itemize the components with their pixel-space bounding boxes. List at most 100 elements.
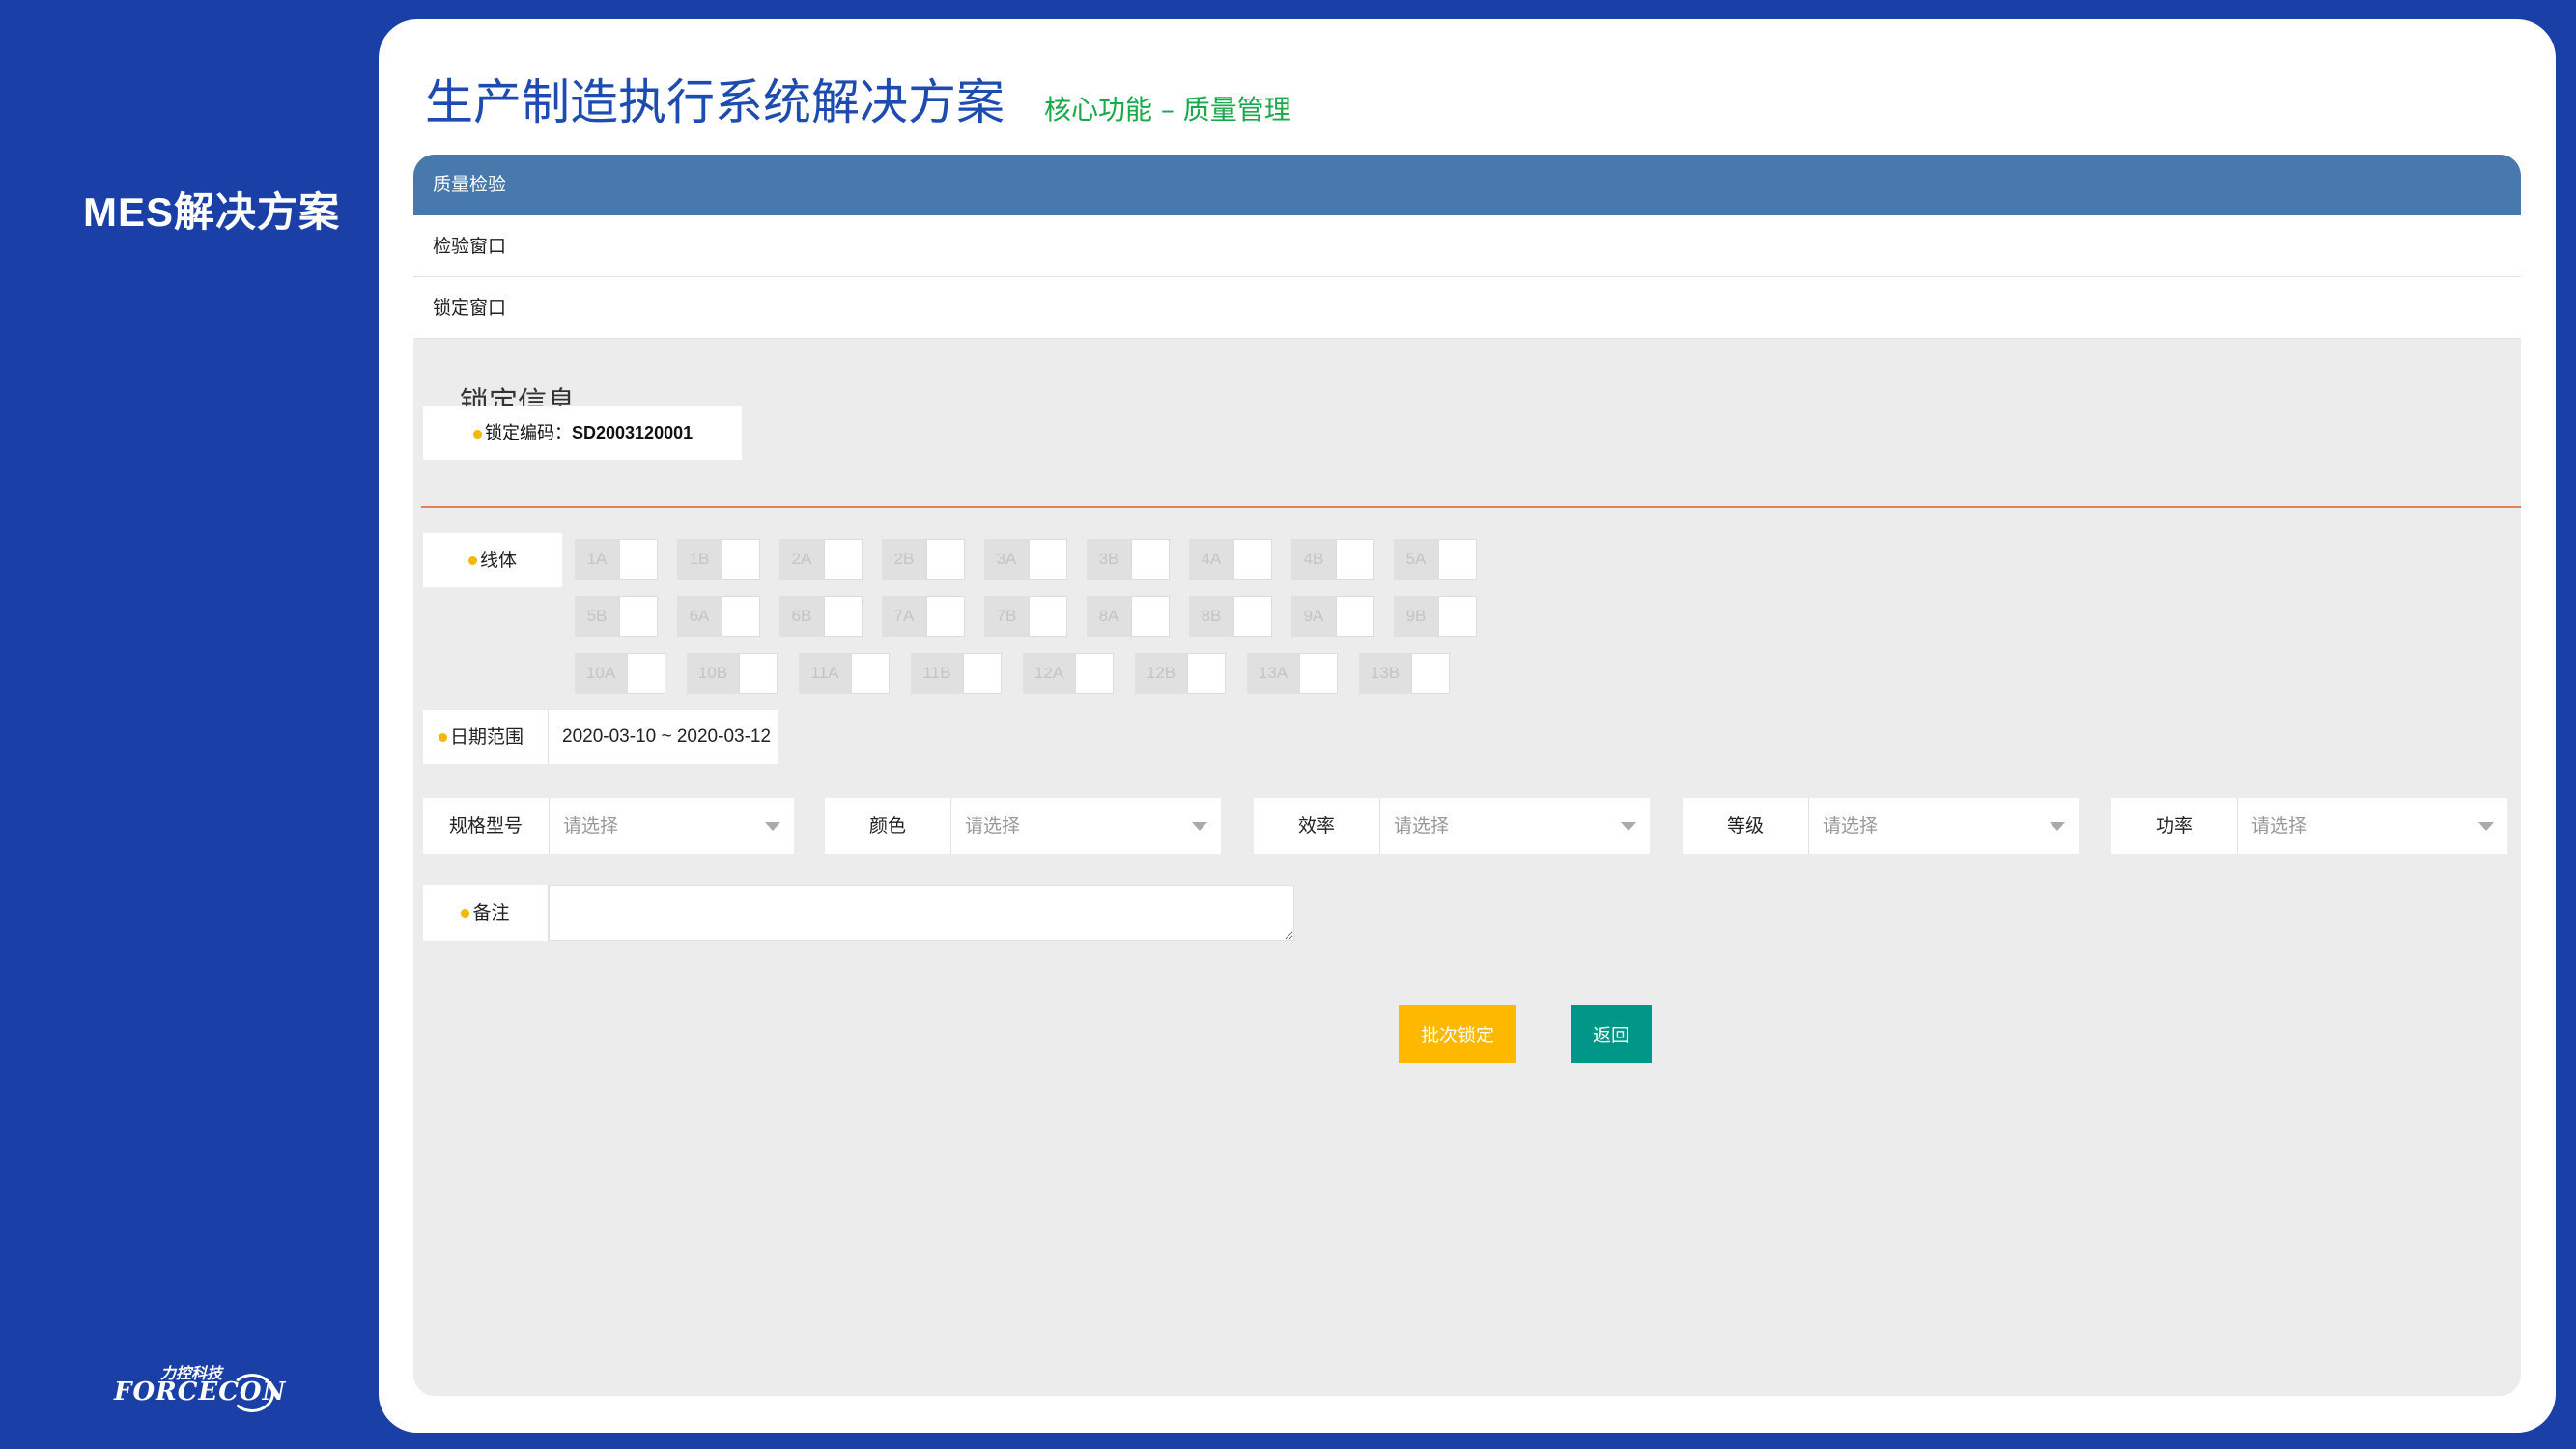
line-checkbox-11a[interactable]: 11A (799, 653, 890, 694)
line-checkbox[interactable] (619, 539, 658, 580)
line-checkbox-6a[interactable]: 6A (677, 596, 760, 637)
line-checkbox-9b[interactable]: 9B (1394, 596, 1477, 637)
select-value[interactable]: 请选择 (951, 798, 1221, 854)
line-checkbox[interactable] (1131, 539, 1170, 580)
select-value[interactable]: 请选择 (1809, 798, 2079, 854)
select-label: 等级 (1683, 798, 1809, 854)
line-checkbox[interactable] (824, 539, 863, 580)
date-range-field[interactable]: 日期范围 2020-03-10 ~ 2020-03-12 (423, 710, 778, 764)
line-option-label: 3A (984, 539, 1029, 580)
line-checkbox[interactable] (824, 596, 863, 637)
line-option-label: 5B (575, 596, 619, 637)
line-option-label: 13B (1359, 653, 1411, 694)
line-option-label: 7B (984, 596, 1029, 637)
batch-lock-button[interactable]: 批次锁定 (1399, 1005, 1516, 1063)
line-checkbox[interactable] (1438, 539, 1477, 580)
line-checkbox[interactable] (1299, 653, 1338, 694)
line-checkbox[interactable] (926, 539, 965, 580)
select-value[interactable]: 请选择 (1380, 798, 1650, 854)
line-option-label: 4B (1291, 539, 1336, 580)
line-checkbox[interactable] (722, 539, 760, 580)
line-checkbox-12a[interactable]: 12A (1023, 653, 1114, 694)
select-placeholder: 请选择 (1394, 815, 1450, 837)
select-grade[interactable]: 等级 请选择 (1683, 798, 2079, 854)
line-checkbox[interactable] (926, 596, 965, 637)
line-checkbox[interactable] (1411, 653, 1450, 694)
line-checkbox[interactable] (1075, 653, 1114, 694)
line-checkbox-5a[interactable]: 5A (1394, 539, 1477, 580)
brand-sidebar: MES解决方案 力控科技 FORCECON (0, 0, 379, 1449)
line-option-label: 9B (1394, 596, 1438, 637)
back-button[interactable]: 返回 (1571, 1005, 1652, 1063)
line-checkbox-13a[interactable]: 13A (1247, 653, 1338, 694)
lock-code-value: SD2003120001 (572, 423, 694, 442)
line-checkbox-3b[interactable]: 3B (1087, 539, 1170, 580)
line-checkbox-4b[interactable]: 4B (1291, 539, 1374, 580)
nav-header-quality-inspection[interactable]: 质量检验 (413, 155, 2521, 215)
line-checkbox-13b[interactable]: 13B (1359, 653, 1450, 694)
line-checkbox-10a[interactable]: 10A (575, 653, 665, 694)
line-checkbox-10b[interactable]: 10B (687, 653, 778, 694)
line-checkbox-4a[interactable]: 4A (1189, 539, 1272, 580)
line-option-label: 5A (1394, 539, 1438, 580)
line-checkbox[interactable] (739, 653, 778, 694)
line-checkbox-3a[interactable]: 3A (984, 539, 1067, 580)
remark-label: 备注 (423, 885, 549, 941)
select-spec-model[interactable]: 规格型号 请选择 (423, 798, 794, 854)
line-checkbox[interactable] (963, 653, 1002, 694)
select-color[interactable]: 颜色 请选择 (825, 798, 1221, 854)
select-power[interactable]: 功率 请选择 (2111, 798, 2507, 854)
forcecon-logo: 力控科技 FORCECON (114, 1360, 285, 1412)
line-checkbox[interactable] (1336, 539, 1374, 580)
line-checkbox-2a[interactable]: 2A (779, 539, 863, 580)
remark-field: 备注 (423, 885, 1294, 941)
line-checkbox[interactable] (619, 596, 658, 637)
line-checkbox[interactable] (1233, 596, 1272, 637)
date-range-label-text: 日期范围 (450, 726, 524, 748)
select-efficiency[interactable]: 效率 请选择 (1254, 798, 1650, 854)
line-checkbox-7b[interactable]: 7B (984, 596, 1067, 637)
line-body-label-text: 线体 (479, 550, 517, 571)
nav-item-inspection-window[interactable]: 检验窗口 (413, 215, 2521, 277)
select-value[interactable]: 请选择 (550, 798, 794, 854)
remark-textarea[interactable] (549, 885, 1294, 941)
line-checkbox[interactable] (627, 653, 665, 694)
dropdown-arrow-icon (2050, 822, 2065, 831)
line-option-label: 9A (1291, 596, 1336, 637)
line-checkbox[interactable] (1233, 539, 1272, 580)
line-checkbox-11b[interactable]: 11B (911, 653, 1002, 694)
line-checkbox-12b[interactable]: 12B (1135, 653, 1226, 694)
dropdown-arrow-icon (2478, 822, 2494, 831)
line-option-label: 3B (1087, 539, 1131, 580)
line-checkbox[interactable] (1187, 653, 1226, 694)
line-checkbox-5b[interactable]: 5B (575, 596, 658, 637)
select-label: 功率 (2111, 798, 2238, 854)
line-checkbox[interactable] (722, 596, 760, 637)
line-checkbox-1b[interactable]: 1B (677, 539, 760, 580)
lock-code-field: 锁定编码：SD2003120001 (423, 406, 742, 460)
main-card: 生产制造执行系统解决方案 核心功能 – 质量管理 质量检验 检验窗口 锁定窗口 … (379, 19, 2556, 1433)
line-checkbox[interactable] (1131, 596, 1170, 637)
line-option-label: 7A (882, 596, 926, 637)
line-checkbox[interactable] (851, 653, 890, 694)
line-checkbox-9a[interactable]: 9A (1291, 596, 1374, 637)
line-checkbox[interactable] (1336, 596, 1374, 637)
nav-item-lock-window[interactable]: 锁定窗口 (413, 277, 2521, 339)
date-range-label: 日期范围 (423, 710, 549, 764)
line-checkbox[interactable] (1029, 539, 1067, 580)
required-dot-icon (461, 909, 470, 918)
page-subtitle: 核心功能 – 质量管理 (1044, 94, 1291, 126)
line-checkbox-8a[interactable]: 8A (1087, 596, 1170, 637)
line-checkbox-8b[interactable]: 8B (1189, 596, 1272, 637)
line-checkbox-2b[interactable]: 2B (882, 539, 965, 580)
line-checkbox[interactable] (1029, 596, 1067, 637)
line-checkbox[interactable] (1438, 596, 1477, 637)
select-value[interactable]: 请选择 (2238, 798, 2507, 854)
date-range-value[interactable]: 2020-03-10 ~ 2020-03-12 (549, 710, 771, 764)
select-label: 效率 (1254, 798, 1380, 854)
line-checkbox-7a[interactable]: 7A (882, 596, 965, 637)
line-checkbox-6b[interactable]: 6B (779, 596, 863, 637)
line-option-label: 2B (882, 539, 926, 580)
select-label: 颜色 (825, 798, 951, 854)
line-checkbox-1a[interactable]: 1A (575, 539, 658, 580)
